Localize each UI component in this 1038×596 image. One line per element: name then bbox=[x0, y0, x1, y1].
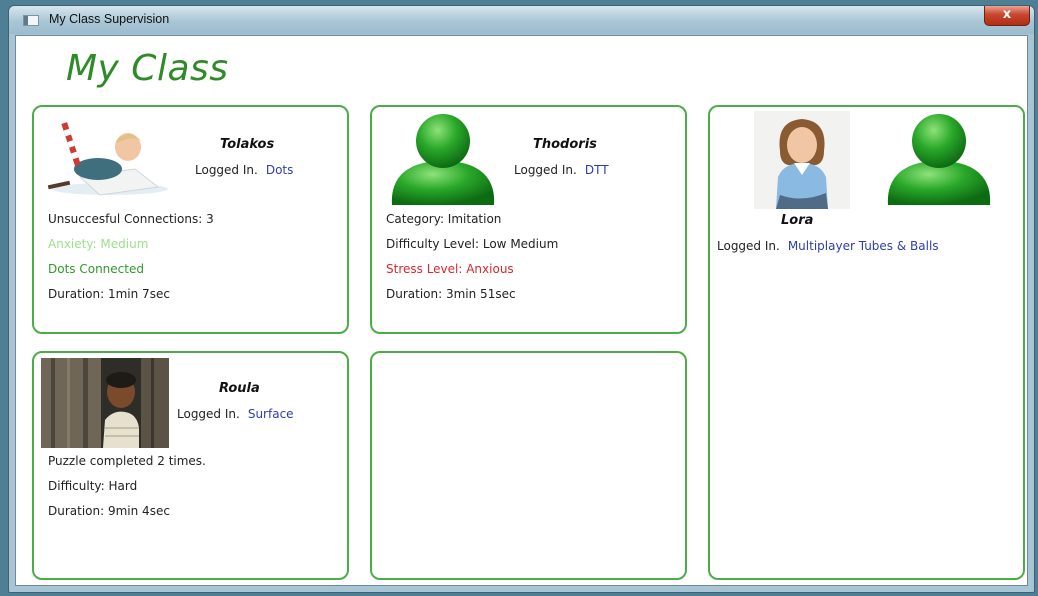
student-card-roula[interactable]: Roula Logged In. Surface Puzzle completed… bbox=[32, 351, 349, 580]
login-status-label: Logged In. bbox=[717, 239, 780, 253]
student-card-lora[interactable]: Lora Logged In. Multiplayer Tubes & Balls bbox=[708, 105, 1025, 580]
activity-link-lora[interactable]: Multiplayer Tubes & Balls bbox=[788, 239, 939, 253]
login-status-lora: Logged In. Multiplayer Tubes & Balls bbox=[717, 239, 939, 253]
page-title: My Class bbox=[66, 48, 229, 89]
close-button[interactable]: x bbox=[984, 6, 1030, 26]
student-photo-roula bbox=[41, 358, 169, 448]
detail-line: Difficulty: Hard bbox=[48, 479, 138, 493]
student-name-roula: Roula bbox=[219, 381, 260, 396]
detail-line: Duration: 3min 51sec bbox=[386, 287, 516, 301]
student-photo-tolakos bbox=[40, 117, 170, 199]
login-status-label: Logged In. bbox=[177, 407, 240, 421]
login-status-label: Logged In. bbox=[514, 163, 577, 177]
app-window-icon bbox=[23, 15, 39, 26]
detail-line: Stress Level: Anxious bbox=[386, 262, 514, 276]
student-name-lora: Lora bbox=[781, 213, 814, 228]
window-title: My Class Supervision bbox=[49, 12, 170, 26]
student-card-thodoris[interactable]: Thodoris Logged In. DTT Category: Imitati… bbox=[370, 105, 687, 334]
app-window: My Class Supervision x My Class Tolakos … bbox=[8, 5, 1035, 593]
detail-line: Category: Imitation bbox=[386, 212, 502, 226]
detail-line: Anxiety: Medium bbox=[48, 237, 149, 251]
activity-link-tolakos[interactable]: Dots bbox=[266, 163, 294, 177]
student-name-tolakos: Tolakos bbox=[220, 137, 275, 152]
detail-line: Unsuccesful Connections: 3 bbox=[48, 212, 214, 226]
student-card-empty[interactable] bbox=[370, 351, 687, 580]
student-name-thodoris: Thodoris bbox=[533, 137, 597, 152]
user-avatar-icon bbox=[386, 113, 500, 207]
student-card-tolakos[interactable]: Tolakos Logged In. Dots Unsuccesful Conne… bbox=[32, 105, 349, 334]
detail-line: Duration: 1min 7sec bbox=[48, 287, 170, 301]
detail-line: Difficulty Level: Low Medium bbox=[386, 237, 559, 251]
student-photo-lora bbox=[754, 111, 850, 209]
activity-link-roula[interactable]: Surface bbox=[248, 407, 294, 421]
detail-line: Dots Connected bbox=[48, 262, 144, 276]
title-bar[interactable]: My Class Supervision x bbox=[9, 6, 1034, 34]
login-status-thodoris: Logged In. DTT bbox=[514, 163, 609, 177]
login-status-tolakos: Logged In. Dots bbox=[195, 163, 293, 177]
user-avatar-icon bbox=[882, 113, 996, 207]
login-status-label: Logged In. bbox=[195, 163, 258, 177]
main-content: My Class Tolakos Logged In. Dots Unsucce… bbox=[15, 35, 1028, 586]
login-status-roula: Logged In. Surface bbox=[177, 407, 294, 421]
detail-line: Puzzle completed 2 times. bbox=[48, 454, 206, 468]
activity-link-thodoris[interactable]: DTT bbox=[585, 163, 609, 177]
detail-line: Duration: 9min 4sec bbox=[48, 504, 170, 518]
